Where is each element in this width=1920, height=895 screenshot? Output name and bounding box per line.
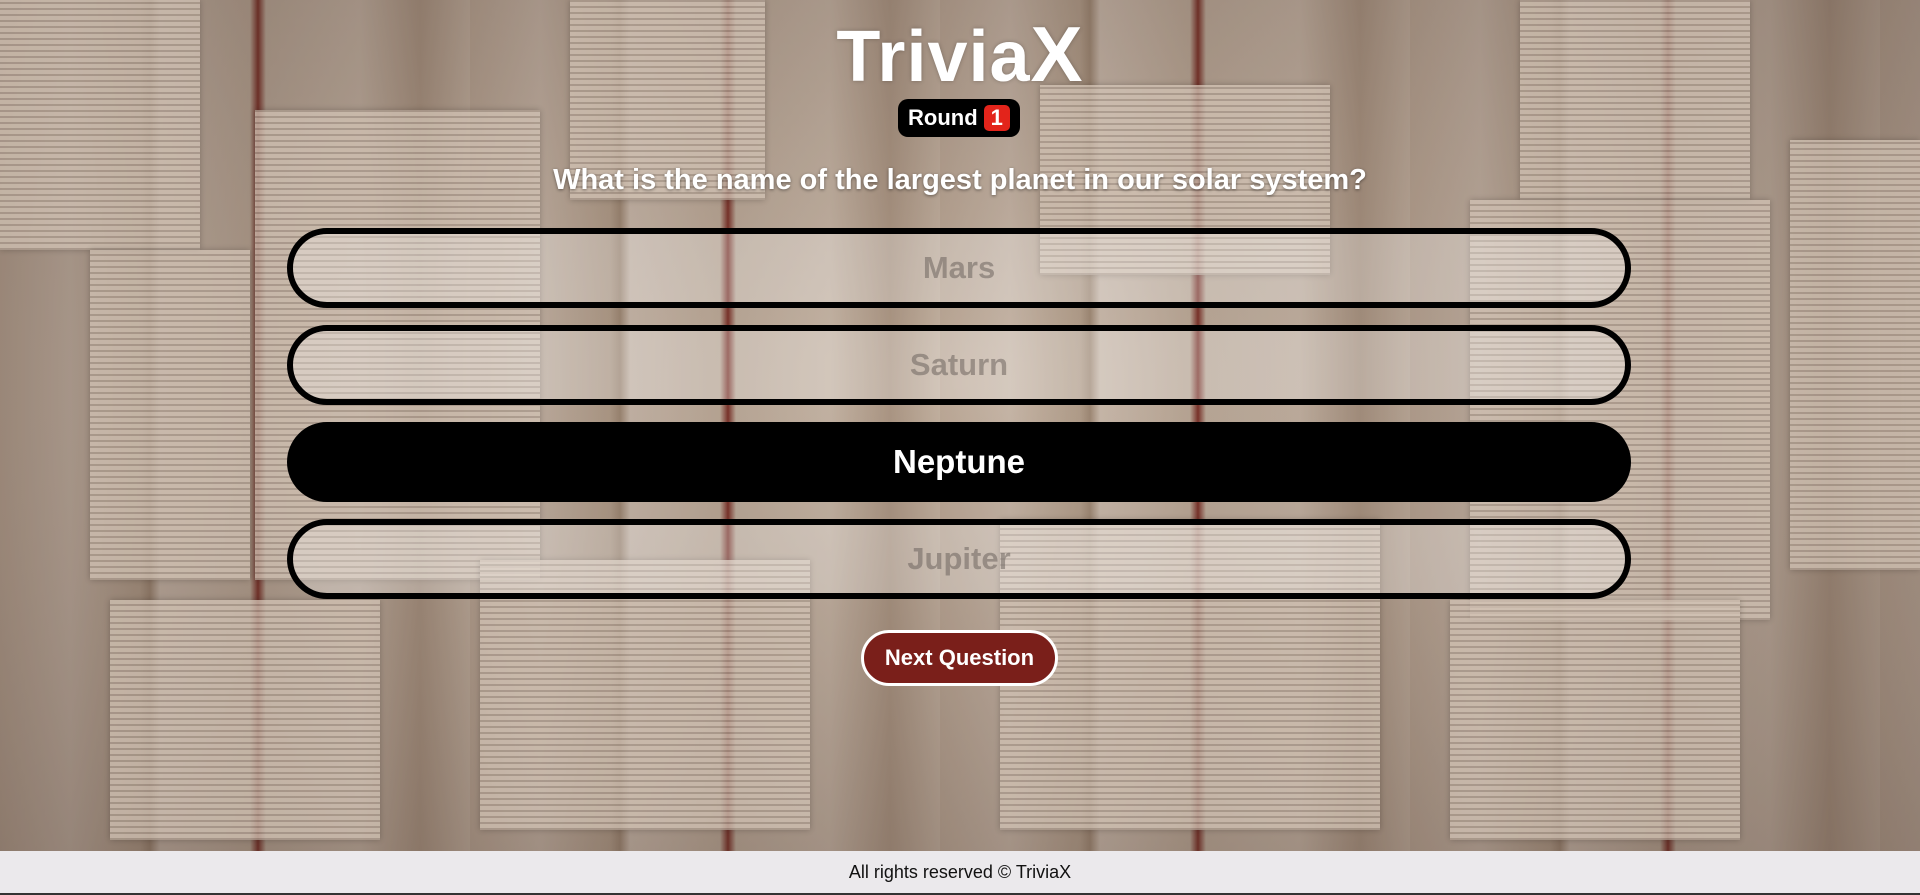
- answer-option-mars[interactable]: Mars: [287, 228, 1631, 308]
- question-text: What is the name of the largest planet i…: [553, 164, 1367, 196]
- logo-x: X: [1030, 10, 1084, 98]
- header: TriviaX: [0, 14, 1920, 97]
- round-badge: Round 1: [898, 99, 1020, 137]
- footer: All rights reserved © TriviaX: [0, 851, 1920, 895]
- answer-option-jupiter[interactable]: Jupiter: [287, 519, 1631, 599]
- answer-option-saturn[interactable]: Saturn: [287, 325, 1631, 405]
- answer-list: Mars Saturn Neptune Jupiter: [287, 228, 1633, 616]
- round-number: 1: [983, 105, 1010, 131]
- copyright-text: All rights reserved © TriviaX: [848, 861, 1072, 882]
- logo-text: Trivia: [836, 17, 1031, 97]
- answer-option-neptune[interactable]: Neptune: [287, 422, 1631, 502]
- triviax-logo: TriviaX: [836, 14, 1083, 97]
- trivia-app: TriviaX Round 1 What is the name of the …: [0, 0, 1920, 895]
- next-question-button[interactable]: Next Question: [861, 630, 1058, 686]
- round-label: Round: [908, 105, 978, 130]
